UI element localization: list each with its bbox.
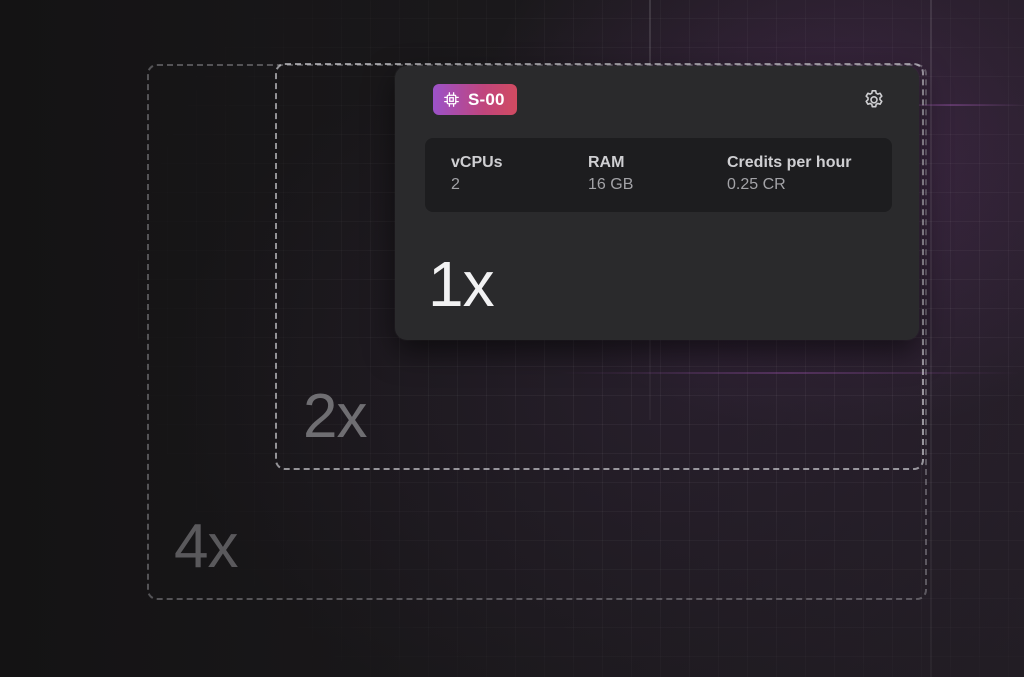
instance-type-badge: S-00	[433, 84, 517, 115]
spec-credits-label: Credits per hour	[727, 154, 852, 171]
spec-vcpus-value: 2	[451, 176, 460, 193]
grid-accent-line	[930, 0, 932, 677]
instance-card[interactable]: S-00 vCPUs 2 RAM 16 GB Credits per hour …	[395, 66, 919, 340]
gear-icon[interactable]	[862, 88, 886, 112]
instance-type-label: S-00	[468, 89, 505, 109]
spec-vcpus-label: vCPUs	[451, 154, 503, 171]
multiplier-1x-label: 1x	[428, 248, 495, 320]
multiplier-4x-label: 4x	[174, 512, 238, 581]
multiplier-2x-label: 2x	[303, 382, 367, 451]
spec-ram-value: 16 GB	[588, 176, 634, 193]
spec-credits: Credits per hour 0.25 CR	[727, 152, 851, 196]
cpu-chip-icon	[443, 91, 460, 108]
scaling-illustration: 4x 2x S-00 vCPUs 2 RAM 16 GB Credits per…	[0, 0, 1024, 677]
spec-ram: RAM 16 GB	[588, 152, 633, 196]
instance-specs-panel: vCPUs 2 RAM 16 GB Credits per hour 0.25 …	[425, 138, 892, 212]
spec-ram-label: RAM	[588, 154, 625, 171]
spec-credits-value: 0.25 CR	[727, 176, 786, 193]
spec-vcpus: vCPUs 2	[451, 152, 503, 196]
